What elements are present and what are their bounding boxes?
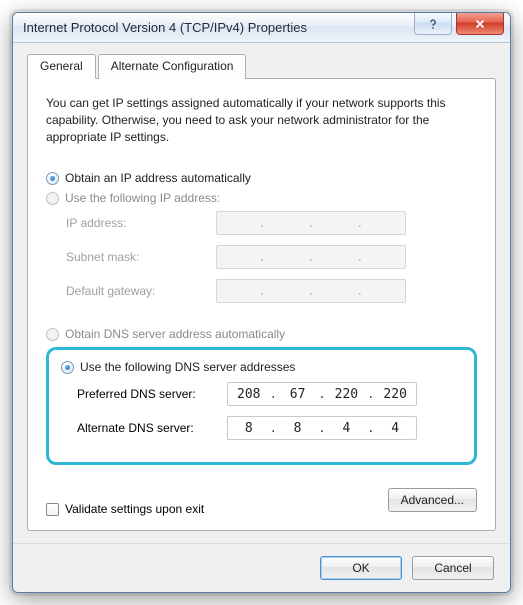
cancel-button[interactable]: Cancel — [412, 556, 494, 580]
radio-label: Use the following DNS server addresses — [80, 360, 295, 374]
help-icon — [426, 17, 440, 31]
ip-group: Obtain an IP address automatically Use t… — [46, 165, 477, 311]
tab-panel-general: You can get IP settings assigned automat… — [27, 78, 496, 531]
tab-general[interactable]: General — [27, 54, 96, 79]
ip-address-input: . . . — [216, 211, 406, 235]
ip-fields: IP address: . . . Subnet mask: . . . D — [66, 211, 477, 303]
dialog-footer: OK Cancel — [13, 543, 510, 592]
title-buttons — [414, 13, 510, 42]
radio-label: Obtain an IP address automatically — [65, 171, 251, 185]
validate-label: Validate settings upon exit — [65, 502, 204, 516]
radio-ip-auto[interactable]: Obtain an IP address automatically — [46, 171, 477, 185]
close-icon — [473, 17, 487, 31]
radio-icon — [61, 361, 74, 374]
advanced-button[interactable]: Advanced... — [388, 488, 477, 512]
dns-fields: Preferred DNS server: 208. 67. 220. 220 … — [77, 382, 462, 440]
subnet-mask-label: Subnet mask: — [66, 250, 216, 264]
ip-address-label: IP address: — [66, 216, 216, 230]
tab-alternate-configuration[interactable]: Alternate Configuration — [98, 54, 247, 79]
radio-label: Use the following IP address: — [65, 191, 220, 205]
preferred-dns-input[interactable]: 208. 67. 220. 220 — [227, 382, 417, 406]
dns-highlight-box: Use the following DNS server addresses P… — [46, 347, 477, 465]
radio-label: Obtain DNS server address automatically — [65, 327, 285, 341]
window-title: Internet Protocol Version 4 (TCP/IPv4) P… — [23, 20, 414, 35]
dns-group: Obtain DNS server address automatically … — [46, 321, 477, 465]
checkbox-icon — [46, 503, 59, 516]
help-button[interactable] — [414, 13, 452, 35]
intro-text: You can get IP settings assigned automat… — [46, 95, 477, 145]
ok-button[interactable]: OK — [320, 556, 402, 580]
client-area: General Alternate Configuration You can … — [13, 43, 510, 543]
bottom-row: Validate settings upon exit Advanced... — [46, 488, 477, 516]
alternate-dns-label: Alternate DNS server: — [77, 421, 227, 435]
radio-icon — [46, 172, 59, 185]
radio-ip-manual[interactable]: Use the following IP address: — [46, 191, 477, 205]
subnet-mask-input: . . . — [216, 245, 406, 269]
tabstrip: General Alternate Configuration — [27, 53, 496, 78]
validate-checkbox-row[interactable]: Validate settings upon exit — [46, 502, 204, 516]
default-gateway-input: . . . — [216, 279, 406, 303]
default-gateway-label: Default gateway: — [66, 284, 216, 298]
radio-dns-manual[interactable]: Use the following DNS server addresses — [61, 360, 462, 374]
alternate-dns-input[interactable]: 8. 8. 4. 4 — [227, 416, 417, 440]
radio-icon — [46, 328, 59, 341]
radio-dns-auto[interactable]: Obtain DNS server address automatically — [46, 327, 477, 341]
titlebar: Internet Protocol Version 4 (TCP/IPv4) P… — [13, 13, 510, 43]
ipv4-properties-dialog: Internet Protocol Version 4 (TCP/IPv4) P… — [12, 12, 511, 593]
radio-icon — [46, 192, 59, 205]
preferred-dns-label: Preferred DNS server: — [77, 387, 227, 401]
close-button[interactable] — [456, 13, 504, 35]
